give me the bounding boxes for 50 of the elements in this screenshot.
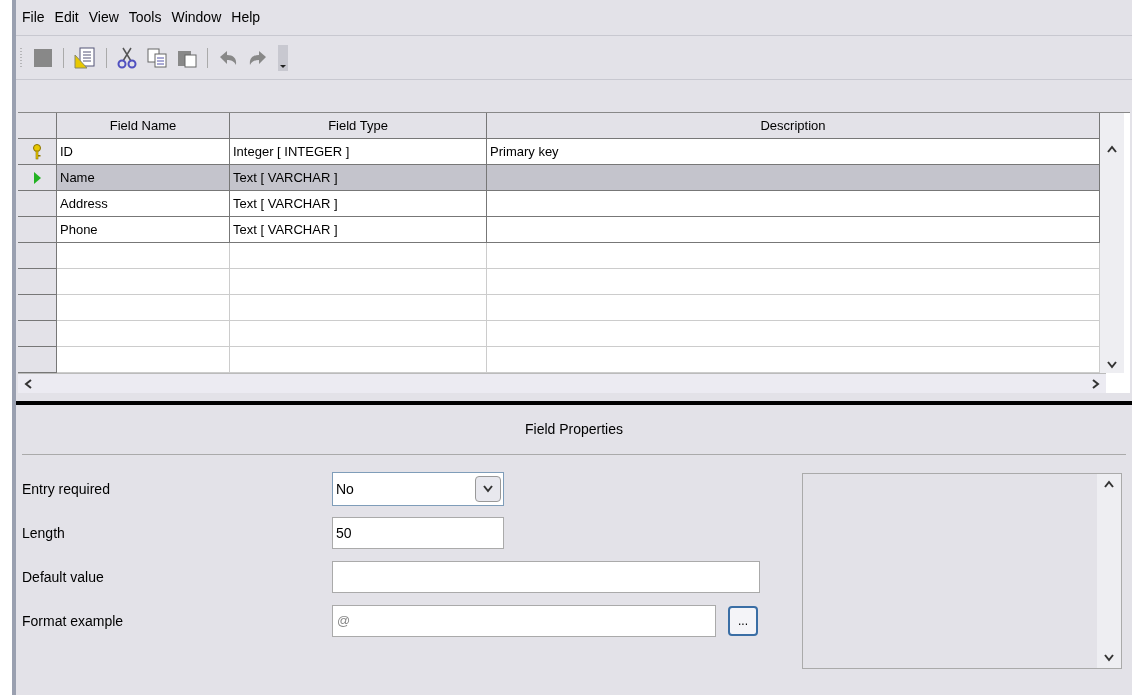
undo-icon[interactable] (218, 48, 238, 67)
row-header[interactable] (18, 217, 57, 243)
entry-required-dropdown[interactable]: No (332, 472, 504, 506)
horizontal-scrollbar[interactable] (18, 373, 1106, 393)
save-icon[interactable] (33, 47, 53, 68)
design-icon[interactable] (74, 46, 96, 69)
table-cell: Phone (57, 217, 230, 243)
field-label: Format example (22, 611, 125, 631)
field-label: Length (22, 523, 66, 543)
scroll-right-icon (1092, 378, 1100, 389)
current-row-arrow-icon (32, 170, 42, 185)
text-field[interactable] (332, 561, 760, 593)
copy-icon[interactable] (147, 47, 167, 68)
scroll-down-icon (1107, 361, 1117, 369)
format-button[interactable]: ... (728, 606, 758, 636)
menu-item[interactable]: Tools (128, 7, 162, 28)
section-title: Field Properties (22, 405, 1126, 455)
redo-icon[interactable] (248, 48, 268, 67)
toolbar-overflow-icon[interactable] (278, 44, 288, 71)
help-scrollbar[interactable] (1097, 474, 1121, 668)
row-header[interactable] (18, 139, 57, 165)
format-example-field: @ (332, 605, 716, 637)
key-icon (32, 143, 42, 160)
row-header[interactable] (18, 321, 57, 347)
field-label: Entry required (22, 479, 111, 499)
menu-item[interactable]: Window (171, 7, 222, 28)
row-header[interactable] (18, 243, 57, 269)
scroll-up-icon (1104, 480, 1114, 488)
menu-item[interactable]: Edit (54, 7, 79, 28)
scroll-up-icon (1107, 145, 1117, 153)
menu-item[interactable]: View (88, 7, 119, 28)
menu-item[interactable]: File (22, 7, 45, 28)
text-field[interactable]: 50 (332, 517, 504, 549)
row-header[interactable] (18, 191, 57, 217)
field-label: Default value (22, 567, 105, 587)
row-header[interactable] (18, 347, 57, 373)
table-row[interactable]: Phone Text [ VARCHAR ] (18, 217, 1100, 243)
scroll-down-icon (1104, 654, 1114, 662)
table-row[interactable]: Name Text [ VARCHAR ] (18, 165, 1100, 191)
table-cell: Text [ VARCHAR ] (230, 217, 487, 243)
table-row[interactable]: ID Integer [ INTEGER ] Primary key (18, 139, 1100, 165)
table-row[interactable]: Address Text [ VARCHAR ] (18, 191, 1100, 217)
scroll-left-icon (24, 378, 32, 389)
row-header[interactable] (18, 165, 57, 191)
cut-icon[interactable] (117, 46, 137, 69)
row-header[interactable] (18, 295, 57, 321)
row-header[interactable] (18, 269, 57, 295)
menu-item[interactable]: Help (231, 7, 261, 28)
dropdown-caret-icon (483, 485, 493, 493)
vertical-scrollbar[interactable] (1100, 113, 1124, 373)
